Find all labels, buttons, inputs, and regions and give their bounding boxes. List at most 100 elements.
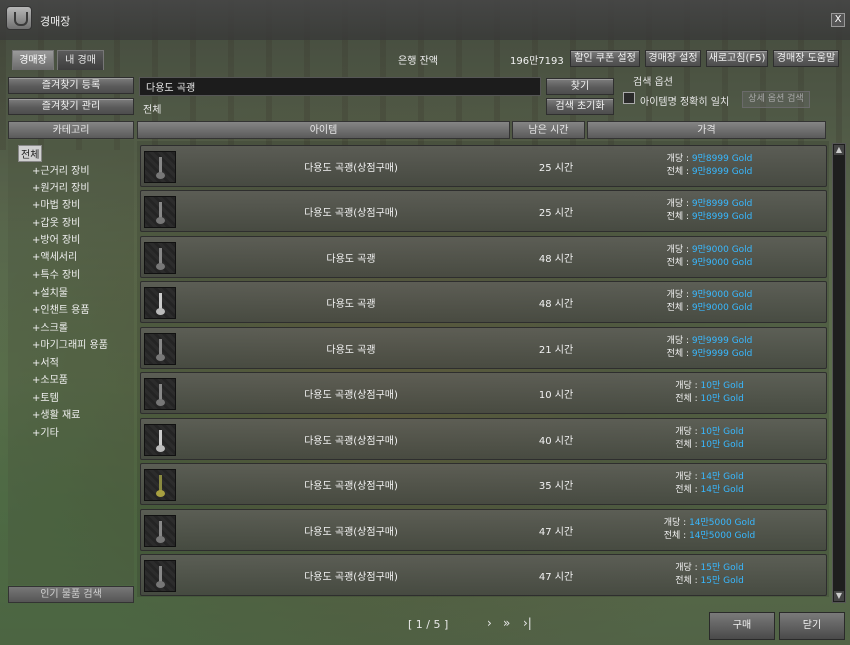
price-total-value: 9만9000 Gold: [691, 303, 753, 313]
item-price: 개당 : 9만8999 Gold 전체 : 9만8999 Gold: [591, 198, 828, 224]
category-scroll[interactable]: +스크롤: [32, 319, 68, 334]
table-row[interactable]: 다용도 곡괭(상점구매) 47 시간 개당 : 14만5000 Gold 전체 …: [140, 509, 827, 551]
price-total-label: 전체 :: [675, 440, 701, 450]
price-each-value: 9만8999 Gold: [691, 199, 753, 209]
page-indicator: [ 1 / 5 ]: [408, 618, 449, 631]
category-book[interactable]: +서적: [32, 354, 59, 369]
item-time-left: 40 시간: [538, 436, 574, 447]
price-total-label: 전체 :: [666, 303, 692, 313]
table-row[interactable]: 다용도 곡괭 21 시간 개당 : 9만9999 Gold 전체 : 9만999…: [140, 327, 827, 369]
last-page-icon[interactable]: ›|: [523, 616, 532, 630]
table-row[interactable]: 다용도 곡괭(상점구매) 25 시간 개당 : 9만8999 Gold 전체 :…: [140, 190, 827, 232]
category-melee[interactable]: +근거리 장비: [32, 162, 90, 177]
table-row[interactable]: 다용도 곡괭(상점구매) 10 시간 개당 : 10만 Gold 전체 : 10…: [140, 372, 827, 414]
pickaxe-icon: [144, 515, 176, 547]
tab-my-auctions[interactable]: 내 경매: [57, 50, 104, 70]
item-price: 개당 : 15만 Gold 전체 : 15만 Gold: [591, 562, 828, 588]
price-each-label: 개당 :: [663, 518, 690, 528]
price-total-label: 전체 :: [675, 394, 701, 404]
item-name: 다용도 곡괭(상점구매): [304, 208, 398, 219]
exact-match-checkbox[interactable]: [623, 92, 635, 104]
close-icon[interactable]: X: [831, 13, 845, 27]
price-each-value: 10만 Gold: [700, 427, 744, 437]
price-total-label: 전체 :: [675, 485, 701, 495]
category-accessory[interactable]: +액세서리: [32, 248, 77, 263]
refresh-button[interactable]: 새로고침(F5): [706, 50, 768, 67]
price-each-label: 개당 :: [666, 336, 692, 346]
category-etc[interactable]: +기타: [32, 424, 59, 439]
item-name: 다용도 곡괭(상점구매): [304, 390, 398, 401]
price-each-label: 개당 :: [675, 472, 701, 482]
pickaxe-icon: [144, 469, 176, 501]
category-life-material[interactable]: +생활 재료: [32, 406, 80, 421]
price-total-value: 9만8999 Gold: [691, 167, 753, 177]
price-each-value: 14만5000 Gold: [689, 518, 756, 528]
table-row[interactable]: 다용도 곡괭 48 시간 개당 : 9만9000 Gold 전체 : 9만900…: [140, 281, 827, 323]
pickaxe-icon: [144, 196, 176, 228]
price-each-value: 9만9000 Gold: [691, 290, 753, 300]
category-tree: 전체 +근거리 장비 +원거리 장비 +마법 장비 +갑옷 장비 +방어 장비 …: [8, 140, 134, 585]
price-each-label: 개당 :: [675, 381, 701, 391]
category-consumable[interactable]: +소모품: [32, 371, 68, 386]
discount-coupon-button[interactable]: 할인 쿠폰 설정: [570, 50, 640, 67]
popular-items-button[interactable]: 인기 물품 검색: [8, 586, 134, 603]
favorite-register-button[interactable]: 즐겨찾기 등록: [8, 77, 134, 94]
category-armor[interactable]: +갑옷 장비: [32, 214, 80, 229]
table-row[interactable]: 다용도 곡괭(상점구매) 35 시간 개당 : 14만 Gold 전체 : 14…: [140, 463, 827, 505]
price-total-value: 10만 Gold: [700, 440, 744, 450]
item-name: 다용도 곡괭(상점구매): [304, 572, 398, 583]
item-price: 개당 : 9만9000 Gold 전체 : 9만9000 Gold: [591, 289, 828, 315]
price-column-header[interactable]: 가격: [587, 121, 826, 139]
next-page-icon[interactable]: ›: [487, 616, 492, 630]
help-button[interactable]: 경매장 도움말: [773, 50, 839, 67]
buy-button[interactable]: 구매: [709, 612, 775, 640]
price-each-value: 9만9999 Gold: [691, 336, 753, 346]
item-price: 개당 : 14만5000 Gold 전체 : 14만5000 Gold: [591, 517, 828, 543]
table-row[interactable]: 다용도 곡괭(상점구매) 40 시간 개당 : 10만 Gold 전체 : 10…: [140, 418, 827, 460]
scroll-up-icon[interactable]: ▲: [834, 145, 844, 155]
category-all[interactable]: 전체: [18, 145, 43, 162]
item-time-left: 47 시간: [538, 527, 574, 538]
tab-auction-house[interactable]: 경매장: [12, 50, 54, 70]
price-each-label: 개당 :: [666, 290, 692, 300]
table-row[interactable]: 다용도 곡괭(상점구매) 25 시간 개당 : 9만8999 Gold 전체 :…: [140, 145, 827, 187]
item-column-header[interactable]: 아이템: [137, 121, 510, 139]
close-button[interactable]: 닫기: [779, 612, 845, 640]
auction-settings-button[interactable]: 경매장 설정: [645, 50, 701, 67]
item-time-left: 10 시간: [538, 390, 574, 401]
item-name: 다용도 곡괭(상점구매): [304, 163, 398, 174]
price-each-value: 15만 Gold: [700, 563, 744, 573]
title-bar: 경매장 X: [0, 0, 850, 40]
price-total-label: 전체 :: [666, 258, 692, 268]
price-total-value: 9만8999 Gold: [691, 212, 753, 222]
category-ranged[interactable]: +원거리 장비: [32, 179, 90, 194]
item-price: 개당 : 10만 Gold 전체 : 10만 Gold: [591, 380, 828, 406]
item-name: 다용도 곡괭(상점구매): [304, 527, 398, 538]
fast-forward-icon[interactable]: »: [503, 616, 510, 630]
category-totem[interactable]: +토템: [32, 389, 59, 404]
price-each-value: 10만 Gold: [700, 381, 744, 391]
category-installation[interactable]: +설치물: [32, 284, 68, 299]
price-each-value: 14만 Gold: [700, 472, 744, 482]
category-special[interactable]: +특수 장비: [32, 266, 80, 281]
favorite-manage-button[interactable]: 즐겨찾기 관리: [8, 98, 134, 115]
search-reset-button[interactable]: 검색 초기화: [546, 98, 614, 115]
pickaxe-icon: [144, 560, 176, 592]
category-defense[interactable]: +방어 장비: [32, 231, 80, 246]
price-each-label: 개당 :: [675, 563, 701, 573]
time-column-header[interactable]: 남은 시간: [512, 121, 585, 139]
item-name: 다용도 곡괭: [326, 299, 376, 310]
list-scrollbar[interactable]: ▲ ▼: [832, 143, 846, 603]
table-row[interactable]: 다용도 곡괭 48 시간 개당 : 9만9000 Gold 전체 : 9만900…: [140, 236, 827, 278]
category-magic[interactable]: +마법 장비: [32, 196, 80, 211]
search-input[interactable]: [139, 77, 541, 96]
pickaxe-icon: [144, 242, 176, 274]
price-each-label: 개당 :: [666, 199, 692, 209]
table-row[interactable]: 다용도 곡괭(상점구매) 47 시간 개당 : 15만 Gold 전체 : 15…: [140, 554, 827, 596]
category-magigraphy[interactable]: +마기그래피 용품: [32, 336, 108, 351]
price-each-label: 개당 :: [666, 154, 692, 164]
category-enchant[interactable]: +인챈트 용품: [32, 301, 90, 316]
detail-search-button[interactable]: 상세 옵션 검색: [742, 91, 810, 108]
find-button[interactable]: 찾기: [546, 78, 614, 95]
scroll-down-icon[interactable]: ▼: [834, 591, 844, 601]
